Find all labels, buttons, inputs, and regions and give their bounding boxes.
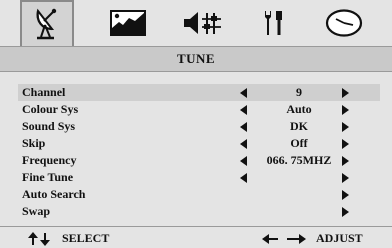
up-down-arrows-icon — [28, 231, 54, 246]
menu-item-skip[interactable]: Skip Off — [18, 135, 380, 152]
left-arrow-icon[interactable] — [240, 139, 247, 149]
left-arrow-icon[interactable] — [240, 122, 247, 132]
right-arrow-icon[interactable] — [342, 207, 349, 217]
menu-item-value: 066. 75MHZ — [266, 153, 332, 167]
right-arrow-icon[interactable] — [342, 88, 349, 98]
menu-item-label: Frequency — [22, 153, 77, 167]
right-arrow-icon[interactable] — [342, 105, 349, 115]
left-arrow-icon[interactable] — [240, 88, 247, 98]
tab-sound[interactable] — [176, 0, 228, 46]
left-arrow-icon[interactable] — [240, 173, 247, 183]
tab-setup[interactable] — [254, 0, 294, 46]
menu-item-label: Sound Sys — [22, 119, 76, 133]
menu-item-label: Fine Tune — [22, 170, 74, 184]
adjust-hint: ADJUST — [262, 231, 363, 246]
menu-item-auto-search[interactable]: Auto Search — [18, 186, 380, 203]
footer-hints: SELECT ADJUST — [0, 226, 392, 248]
menu-item-label: Swap — [22, 204, 51, 218]
tune-menu-list: Channel 9 Colour Sys Auto Sound Sys DK S… — [18, 84, 380, 220]
select-label: SELECT — [62, 231, 110, 245]
clock-icon — [325, 8, 363, 38]
adjust-label: ADJUST — [316, 231, 363, 245]
menu-item-value: 9 — [296, 85, 302, 99]
satellite-dish-icon — [32, 7, 62, 41]
right-arrow-icon[interactable] — [342, 139, 349, 149]
picture-icon — [110, 10, 146, 36]
tools-icon — [261, 9, 287, 37]
right-arrow-icon[interactable] — [342, 122, 349, 132]
menu-item-fine-tune[interactable]: Fine Tune — [18, 169, 380, 186]
menu-item-channel[interactable]: Channel 9 — [18, 84, 380, 101]
page-title: TUNE — [176, 51, 216, 66]
menu-item-value: Auto — [286, 102, 312, 116]
right-arrow-icon[interactable] — [342, 173, 349, 183]
menu-item-frequency[interactable]: Frequency 066. 75MHZ — [18, 152, 380, 169]
menu-title: TUNE — [0, 46, 392, 72]
right-arrow-icon[interactable] — [342, 156, 349, 166]
menu-item-label: Auto Search — [22, 187, 86, 201]
menu-item-sound-sys[interactable]: Sound Sys DK — [18, 118, 380, 135]
left-arrow-icon[interactable] — [240, 156, 247, 166]
select-hint: SELECT — [28, 231, 109, 246]
menu-item-value: DK — [290, 119, 308, 133]
menu-item-label: Channel — [22, 85, 66, 99]
left-right-arrows-icon — [262, 233, 306, 245]
menu-item-label: Skip — [22, 136, 46, 150]
menu-item-colour-sys[interactable]: Colour Sys Auto — [18, 101, 380, 118]
tv-menu-screen: TUNE Channel 9 Colour Sys Auto Sound Sys… — [0, 0, 392, 248]
left-arrow-icon[interactable] — [240, 105, 247, 115]
tab-time[interactable] — [318, 0, 370, 46]
tab-tune[interactable] — [20, 0, 74, 46]
menu-item-swap[interactable]: Swap — [18, 203, 380, 220]
menu-item-label: Colour Sys — [22, 102, 79, 116]
right-arrow-icon[interactable] — [342, 190, 349, 200]
menu-tab-bar — [0, 0, 392, 46]
menu-item-value: Off — [290, 136, 308, 150]
tab-picture[interactable] — [104, 0, 152, 46]
speaker-equalizer-icon — [182, 10, 222, 36]
